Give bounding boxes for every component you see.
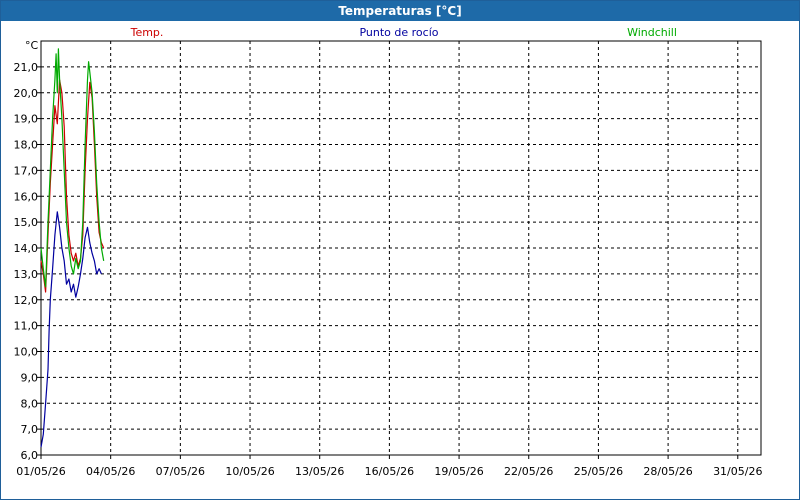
y-tick-label: 12,0 <box>14 294 39 307</box>
x-tick-label: 10/05/26 <box>225 465 274 478</box>
y-tick-label: 8,0 <box>21 397 39 410</box>
y-tick-label: 6,0 <box>21 449 39 462</box>
y-tick-label: 17,0 <box>14 164 39 177</box>
legend-windchill: Windchill <box>627 26 677 39</box>
y-tick-label: 9,0 <box>21 371 39 384</box>
y-tick-label: 21,0 <box>14 61 39 74</box>
x-tick-label: 13/05/26 <box>295 465 344 478</box>
x-tick-label: 31/05/26 <box>713 465 762 478</box>
chart-window: Temperaturas [°C] Temp. Punto de rocío W… <box>0 0 800 500</box>
y-tick-label: 10,0 <box>14 346 39 359</box>
y-tick-label: 19,0 <box>14 113 39 126</box>
window-title: Temperaturas [°C] <box>1 1 799 21</box>
grid <box>40 41 761 456</box>
x-tick-label: 22/05/26 <box>504 465 553 478</box>
temperature-chart: Temp. Punto de rocío Windchill °C 6,0 7,0… <box>14 26 763 478</box>
y-tick-label: 14,0 <box>14 242 39 255</box>
y-tick-label: 7,0 <box>21 423 39 436</box>
y-tick-label: 16,0 <box>14 190 39 203</box>
y-tick-label: 20,0 <box>14 87 39 100</box>
x-tick-label: 28/05/26 <box>643 465 692 478</box>
y-tick-label: 11,0 <box>14 320 39 333</box>
y-tick-label: 18,0 <box>14 139 39 152</box>
x-tick-label: 25/05/26 <box>574 465 623 478</box>
x-tick-label: 04/05/26 <box>86 465 135 478</box>
y-tick-label: 15,0 <box>14 216 39 229</box>
legend-temp: Temp. <box>130 26 164 39</box>
x-tick-label: 19/05/26 <box>434 465 483 478</box>
x-tick-label: 16/05/26 <box>365 465 414 478</box>
x-tick-label: 07/05/26 <box>156 465 205 478</box>
y-axis-ticks: 6,0 7,0 8,0 9,0 10,0 11,0 12,0 13,0 14,0 15,0 16,0… <box>14 61 41 462</box>
y-tick-label: 13,0 <box>14 268 39 281</box>
series-line-1 <box>40 211 102 448</box>
x-axis-ticks: 01/05/26 04/05/26 07/05/26 10/05/26 13/05/26… <box>16 455 762 478</box>
x-tick-label: 01/05/26 <box>16 465 65 478</box>
series-line-2 <box>40 48 105 288</box>
legend-dew-point: Punto de rocío <box>359 26 438 39</box>
y-unit-label: °C <box>25 39 39 52</box>
